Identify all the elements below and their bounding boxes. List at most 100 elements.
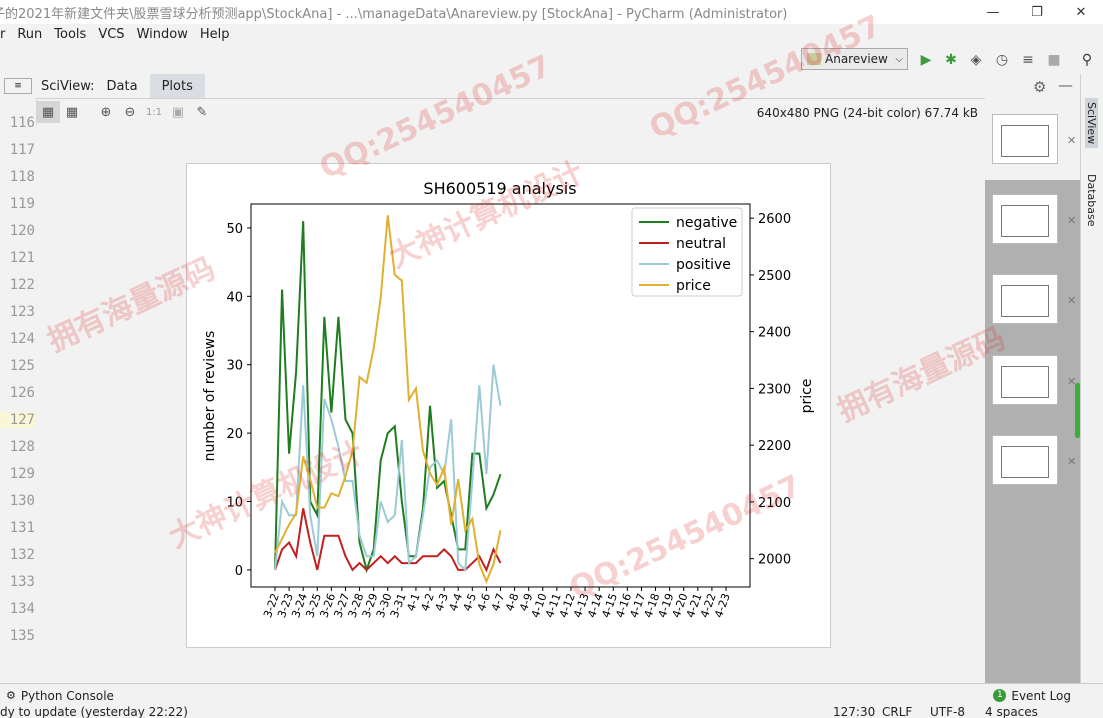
- line-number: 121: [9, 250, 35, 266]
- line-number: 133: [9, 574, 35, 590]
- y2-tick-label: 2200: [758, 439, 791, 454]
- grid-icon[interactable]: ▦: [60, 101, 84, 123]
- legend-label-positive: positive: [676, 257, 731, 273]
- plot-thumbnail[interactable]: [992, 194, 1058, 244]
- line-separator[interactable]: CRLF: [882, 706, 912, 718]
- hide-panel-icon[interactable]: —: [1058, 76, 1073, 94]
- legend-label-price: price: [676, 278, 711, 294]
- line-number: 127: [0, 412, 35, 428]
- python-file-icon: [807, 53, 821, 65]
- plot-thumbnail[interactable]: [992, 114, 1058, 164]
- menu-item-tools[interactable]: Tools: [54, 27, 86, 42]
- status-bar: dy to update (yesterday 22:22) 127:30 CR…: [0, 706, 1103, 718]
- line-number: 125: [9, 358, 35, 374]
- y-tick-label: 10: [226, 496, 243, 511]
- indent-setting[interactable]: 4 spaces: [985, 706, 1038, 718]
- plot-image: SH600519 analysis number of reviews pric…: [186, 163, 831, 648]
- profile-icon[interactable]: ◷: [994, 52, 1010, 68]
- python-console-tab[interactable]: Python Console: [21, 689, 114, 703]
- series-line-price: [274, 215, 502, 584]
- line-number: 126: [9, 385, 35, 401]
- close-icon[interactable]: ✕: [1067, 214, 1076, 227]
- gear-icon[interactable]: ⚙: [1033, 78, 1046, 96]
- concurrency-icon[interactable]: ≡: [1020, 52, 1036, 68]
- line-number: 124: [9, 331, 35, 347]
- y-tick-label: 30: [226, 359, 243, 374]
- y-tick-label: 40: [226, 290, 243, 305]
- database-tool-tab[interactable]: Database: [1085, 174, 1098, 227]
- chart-title: SH600519 analysis: [423, 179, 576, 198]
- line-number: 129: [9, 466, 35, 482]
- close-button[interactable]: ✕: [1059, 0, 1103, 24]
- line-number: 131: [9, 520, 35, 536]
- line-number: 118: [9, 169, 35, 185]
- zoom-out-icon[interactable]: ⊖: [118, 101, 142, 123]
- restore-button[interactable]: ❐: [1015, 0, 1059, 24]
- color-picker-icon[interactable]: ✎: [190, 101, 214, 123]
- status-message: dy to update (yesterday 22:22): [0, 706, 188, 718]
- line-number: 132: [9, 547, 35, 563]
- tab-plots[interactable]: Plots: [149, 74, 205, 98]
- y2-tick-label: 2600: [758, 212, 791, 227]
- run-configuration-select[interactable]: Anareview ⌵: [801, 48, 908, 70]
- chevron-down-icon: ⌵: [895, 53, 903, 65]
- close-icon[interactable]: ✕: [1067, 134, 1076, 147]
- menu-item-vcs[interactable]: VCS: [98, 27, 124, 42]
- tab-data[interactable]: Data: [95, 74, 150, 98]
- close-icon[interactable]: ✕: [1067, 294, 1076, 307]
- legend-label-negative: negative: [676, 215, 737, 231]
- coverage-icon[interactable]: ◈: [968, 52, 984, 68]
- event-log-tab[interactable]: Event Log: [1011, 689, 1071, 703]
- editor-gutter: 116 117 118 119 120 121 122 123 124 125 …: [0, 98, 37, 683]
- window-title: 子的2021年新建文件夹\股票雪球分析预测app\StockAna] - ...…: [0, 6, 788, 22]
- legend-label-neutral: neutral: [676, 236, 726, 252]
- line-number: 120: [9, 223, 35, 239]
- caret-position[interactable]: 127:30: [833, 706, 875, 718]
- plot-thumbnail[interactable]: [992, 274, 1058, 324]
- sciview-tool-tab[interactable]: SciView: [1085, 98, 1098, 149]
- close-icon[interactable]: ✕: [1067, 455, 1076, 468]
- line-number: 117: [9, 142, 35, 158]
- line-number: 135: [9, 628, 35, 644]
- main-toolbar: Anareview ⌵ ▶ ✱ ◈ ◷ ≡ ■ ⚲: [0, 44, 1103, 75]
- run-configuration-label: Anareview: [825, 52, 888, 66]
- line-number: 119: [9, 196, 35, 212]
- plots-thumbnail-list: ✕ ✕ ✕ ✕ ✕: [985, 98, 1080, 683]
- bottom-tool-bar: ⚙ Python Console 1 Event Log: [0, 683, 1103, 707]
- y2-axis-label: price: [799, 379, 815, 414]
- y-tick-label: 50: [226, 222, 243, 237]
- y2-tick-label: 2300: [758, 382, 791, 397]
- python-console-icon: ⚙: [6, 689, 16, 702]
- fit-zoom-icon[interactable]: ▦: [36, 101, 60, 123]
- line-number: 123: [9, 304, 35, 320]
- file-encoding[interactable]: UTF-8: [930, 706, 965, 718]
- actual-size-button[interactable]: 1:1: [142, 101, 166, 123]
- series-line-negative: [274, 221, 502, 574]
- panel-options-icon[interactable]: ≡: [4, 78, 32, 94]
- run-icon[interactable]: ▶: [918, 52, 934, 68]
- review-price-chart: SH600519 analysis number of reviews pric…: [202, 179, 815, 619]
- line-number: 134: [9, 601, 35, 617]
- debug-icon[interactable]: ✱: [943, 52, 959, 68]
- menu-bar: r Run Tools VCS Window Help: [0, 24, 1103, 44]
- y2-tick-label: 2400: [758, 326, 791, 341]
- line-number: 122: [9, 277, 35, 293]
- menu-item-help[interactable]: Help: [200, 27, 230, 42]
- minimize-button[interactable]: —: [971, 0, 1015, 24]
- sciview-label: SciView:: [41, 78, 95, 94]
- y2-tick-label: 2100: [758, 496, 791, 511]
- background-icon[interactable]: ▣: [166, 101, 190, 123]
- search-icon[interactable]: ⚲: [1079, 52, 1095, 68]
- zoom-in-icon[interactable]: ⊕: [94, 101, 118, 123]
- event-log-badge: 1: [993, 689, 1007, 702]
- image-info: 640x480 PNG (24-bit color) 67.74 kB: [756, 106, 978, 120]
- stop-icon[interactable]: ■: [1046, 52, 1062, 68]
- menu-item-window[interactable]: Window: [137, 27, 188, 42]
- menu-item-run[interactable]: Run: [17, 27, 42, 42]
- plot-thumbnail[interactable]: [992, 355, 1058, 405]
- plot-thumbnail[interactable]: [992, 435, 1058, 485]
- line-number: 130: [9, 493, 35, 509]
- menu-item-refactor[interactable]: r: [0, 27, 5, 42]
- line-number: 116: [9, 115, 35, 131]
- line-number: 128: [9, 439, 35, 455]
